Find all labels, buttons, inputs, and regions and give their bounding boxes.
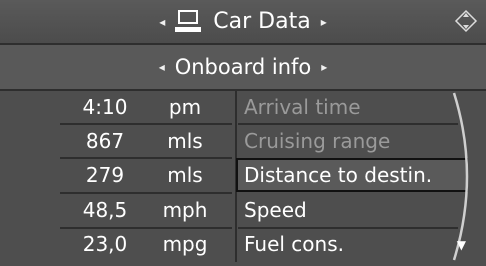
row-unit: mpg [162, 232, 208, 256]
row-label: Arrival time [244, 95, 361, 119]
subheader-prev-arrow-icon[interactable]: ◂ [159, 60, 165, 74]
scroll-down-icon[interactable]: ▼ [457, 238, 466, 252]
onboard-info-tab[interactable]: ◂ Onboard info ▸ [0, 45, 486, 91]
row-divider [60, 123, 232, 125]
row-unit: pm [168, 95, 202, 119]
row-label: Cruising range [244, 129, 391, 153]
row-value: 4:10 [82, 95, 128, 119]
row-label: Speed [244, 198, 307, 222]
row-divider [60, 157, 232, 159]
row-label: Distance to destin. [244, 163, 433, 187]
list-item[interactable]: 23,0 mpg Fuel cons. [0, 232, 486, 266]
row-divider [60, 192, 232, 194]
controller-icon [454, 9, 478, 33]
row-divider [238, 123, 458, 125]
title-prev-arrow-icon[interactable]: ◂ [159, 15, 165, 29]
scroll-arc-icon [452, 92, 469, 261]
row-divider [60, 227, 232, 229]
computer-icon [175, 9, 203, 34]
row-value: 279 [85, 163, 125, 187]
row-unit: mls [167, 163, 203, 187]
row-unit: mph [162, 198, 208, 222]
row-value: 867 [85, 129, 125, 153]
subheader-title: Onboard info [174, 55, 312, 79]
subheader-next-arrow-icon[interactable]: ▸ [321, 60, 327, 74]
row-unit: mls [167, 129, 203, 153]
row-value: 23,0 [82, 232, 128, 256]
scrollbar[interactable]: ▼ [446, 91, 486, 262]
title-bar: ◂ Car Data ▸ [0, 0, 486, 45]
page-title: Car Data [213, 9, 311, 34]
title-next-arrow-icon[interactable]: ▸ [321, 15, 327, 29]
row-value: 48,5 [82, 198, 128, 222]
onboard-info-list: 4:10 pm Arrival time 867 mls Cruising ra… [0, 91, 486, 262]
row-divider [238, 227, 458, 229]
row-label: Fuel cons. [244, 232, 344, 256]
